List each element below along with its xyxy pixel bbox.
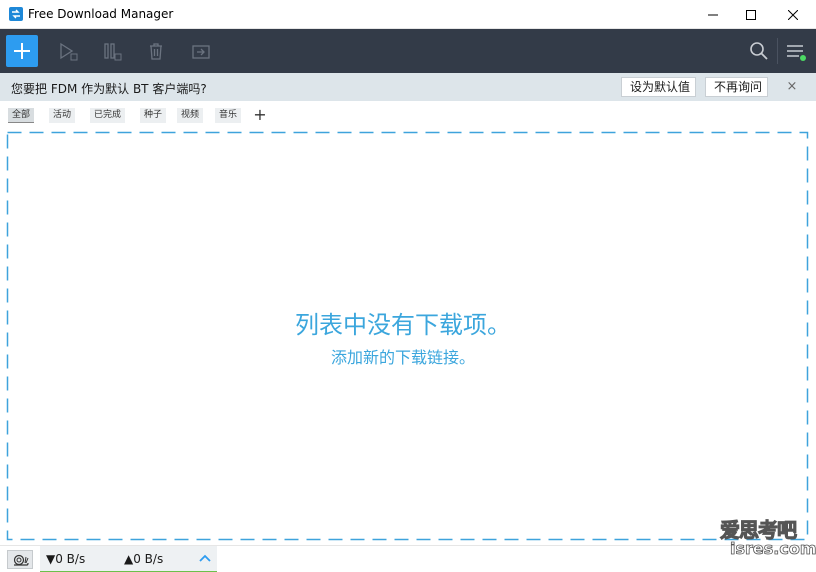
chevron-up-icon[interactable] <box>198 551 212 565</box>
default-client-notice: 您要把 FDM 作为默认 BT 客户端吗? 设为默认值 不再询问 × <box>0 73 816 101</box>
move-folder-icon <box>192 45 210 59</box>
notice-close-button[interactable]: × <box>784 78 800 96</box>
add-download-button[interactable] <box>6 35 38 67</box>
tab-all[interactable]: 全部 <box>8 108 35 123</box>
delete-button[interactable] <box>145 40 167 62</box>
main-toolbar <box>0 29 816 73</box>
close-button[interactable] <box>770 0 816 29</box>
tab-music[interactable]: 音乐 <box>215 108 242 123</box>
resume-button[interactable] <box>57 40 79 62</box>
play-icon <box>60 42 78 61</box>
main-menu-button[interactable] <box>784 40 806 62</box>
never-ask-button[interactable]: 不再询问 <box>705 77 768 97</box>
fdm-app-icon <box>9 7 23 21</box>
speed-limit-button[interactable] <box>7 550 33 569</box>
search-icon <box>750 42 768 60</box>
add-link-hint[interactable]: 添加新的下载链接。 <box>0 344 806 368</box>
notice-text: 您要把 FDM 作为默认 BT 客户端吗? <box>11 82 207 96</box>
set-default-button[interactable]: 设为默认值 <box>621 77 696 97</box>
tab-video[interactable]: 视频 <box>177 108 204 123</box>
maximize-button[interactable] <box>728 0 774 29</box>
pause-button[interactable] <box>101 40 123 62</box>
tab-torrents[interactable]: 种子 <box>140 108 167 123</box>
tab-completed[interactable]: 已完成 <box>90 108 126 123</box>
snail-icon <box>13 554 29 566</box>
upload-speed: ▲0 B/s <box>124 552 164 566</box>
status-bar: ▼0 B/s ▲0 B/s <box>0 545 816 572</box>
add-icon <box>14 43 30 59</box>
status-dot <box>800 55 806 61</box>
speed-panel[interactable]: ▼0 B/s ▲0 B/s <box>40 546 217 572</box>
trash-icon <box>150 43 162 60</box>
window-title: Free Download Manager <box>28 7 174 21</box>
pause-icon <box>104 43 122 61</box>
title-bar[interactable]: Free Download Manager <box>0 0 816 29</box>
download-speed: ▼0 B/s <box>46 552 86 566</box>
tab-active[interactable]: 活动 <box>49 108 76 123</box>
filter-tabs: 全部 活动 已完成 种子 视频 音乐 + <box>0 101 816 127</box>
watermark-url: isres.com <box>730 539 816 559</box>
toolbar-divider <box>777 38 778 64</box>
move-button[interactable] <box>190 40 212 62</box>
empty-list-title: 列表中没有下载项。 <box>295 311 511 339</box>
search-button[interactable] <box>748 40 770 62</box>
add-tag-button[interactable]: + <box>252 106 268 124</box>
